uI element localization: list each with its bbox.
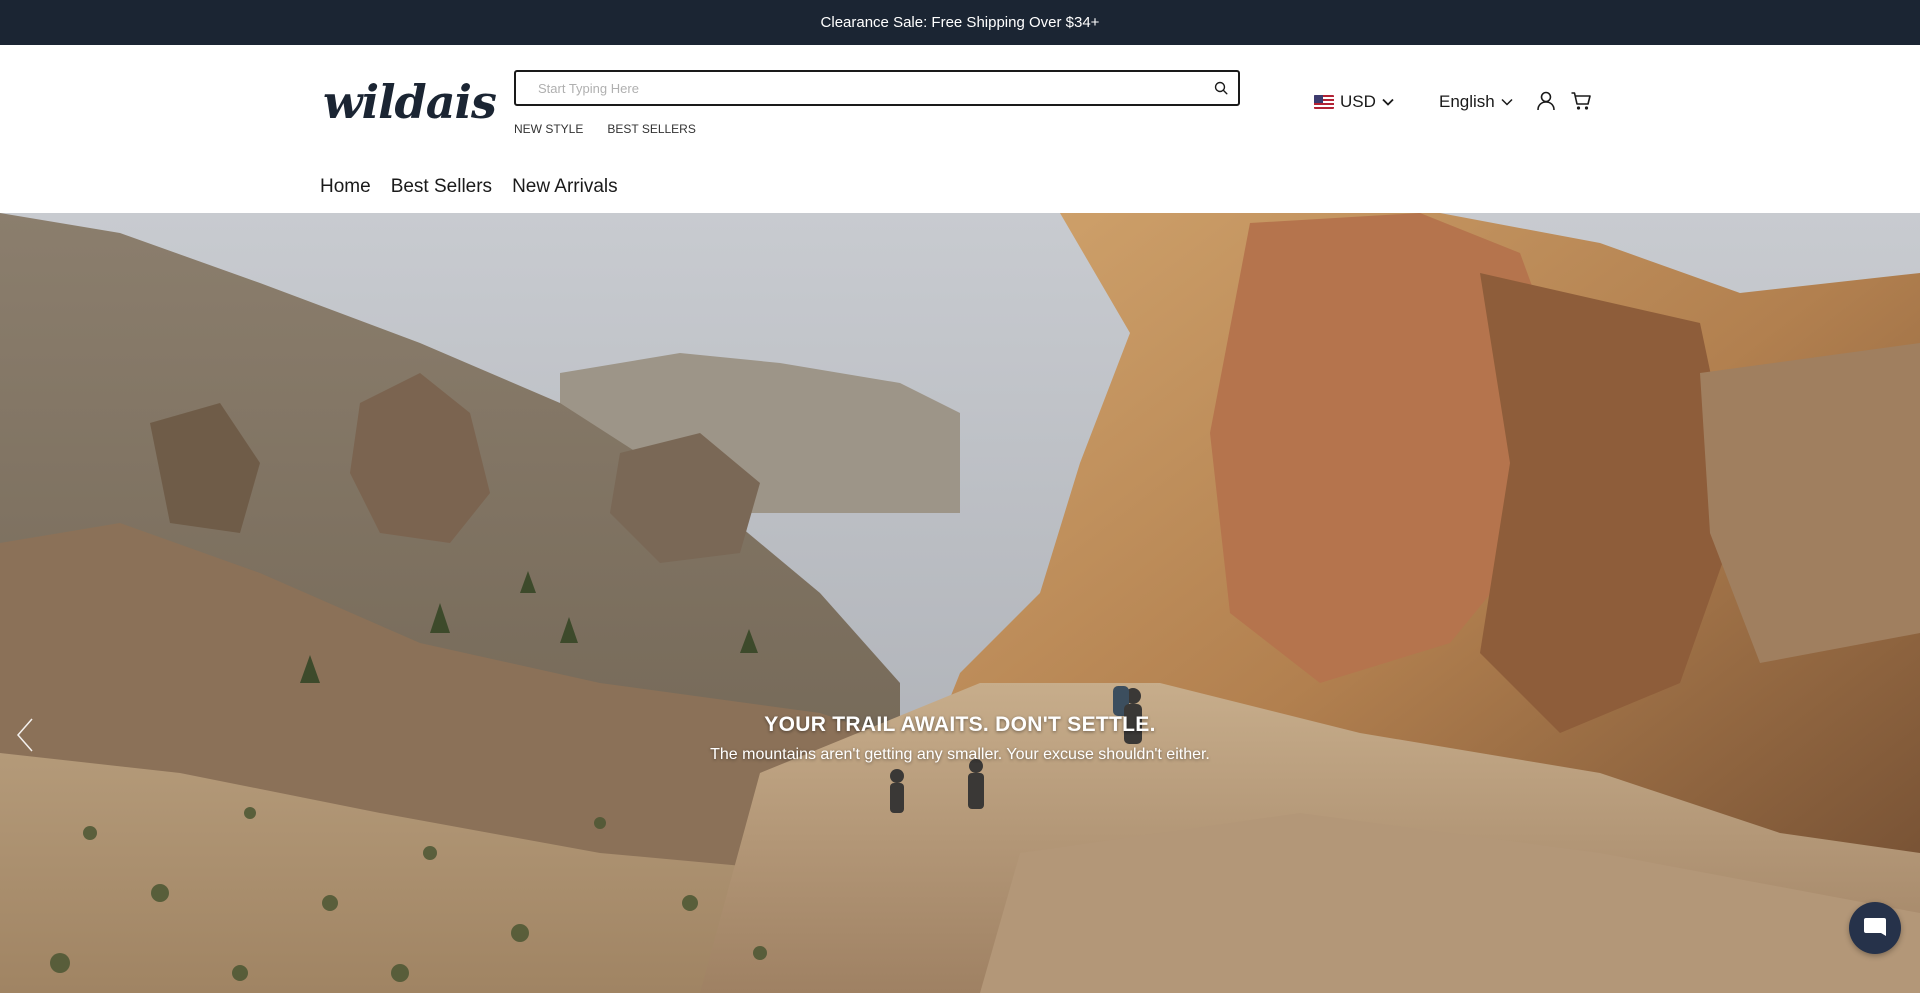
language-label: English: [1439, 92, 1495, 111]
hero-subtitle: The mountains aren't getting any smaller…: [710, 746, 1210, 763]
language-selector[interactable]: English: [1439, 92, 1513, 112]
quick-link-best-sellers[interactable]: BEST SELLERS: [607, 122, 696, 136]
nav-item-new-arrivals[interactable]: New Arrivals: [512, 176, 618, 198]
search-input[interactable]: [516, 80, 1204, 96]
currency-selector[interactable]: USD: [1314, 92, 1394, 112]
account-icon[interactable]: [1535, 90, 1557, 112]
main-nav: Home Best Sellers New Arrivals: [320, 176, 618, 198]
site-header: wildais NEW STYLE BEST SELLERS USD Engli…: [0, 45, 1920, 213]
chat-bubble-icon: [1864, 918, 1886, 936]
quick-links: NEW STYLE BEST SELLERS: [514, 122, 696, 136]
announcement-bar: Clearance Sale: Free Shipping Over $34+: [0, 0, 1920, 45]
chat-button[interactable]: [1849, 902, 1901, 954]
search-button[interactable]: [1204, 72, 1238, 104]
hero-image: [0, 213, 1920, 993]
currency-label: USD: [1340, 92, 1376, 111]
quick-link-new-style[interactable]: NEW STYLE: [514, 122, 583, 136]
search-icon: [1214, 81, 1228, 95]
hero-banner[interactable]: YOUR TRAIL AWAITS. DON'T SETTLE. The mou…: [0, 213, 1920, 993]
logo[interactable]: wildais: [323, 75, 497, 129]
hero-title: YOUR TRAIL AWAITS. DON'T SETTLE.: [764, 713, 1156, 736]
chevron-down-icon: [1382, 98, 1394, 106]
hero-text: YOUR TRAIL AWAITS. DON'T SETTLE. The mou…: [0, 713, 1920, 764]
cart-icon[interactable]: [1570, 90, 1592, 112]
announcement-text: Clearance Sale: Free Shipping Over $34+: [820, 14, 1100, 31]
search-bar: [514, 70, 1240, 106]
nav-item-best-sellers[interactable]: Best Sellers: [391, 176, 492, 198]
us-flag-icon: [1314, 95, 1334, 109]
nav-item-home[interactable]: Home: [320, 176, 371, 198]
chevron-down-icon: [1501, 98, 1513, 106]
